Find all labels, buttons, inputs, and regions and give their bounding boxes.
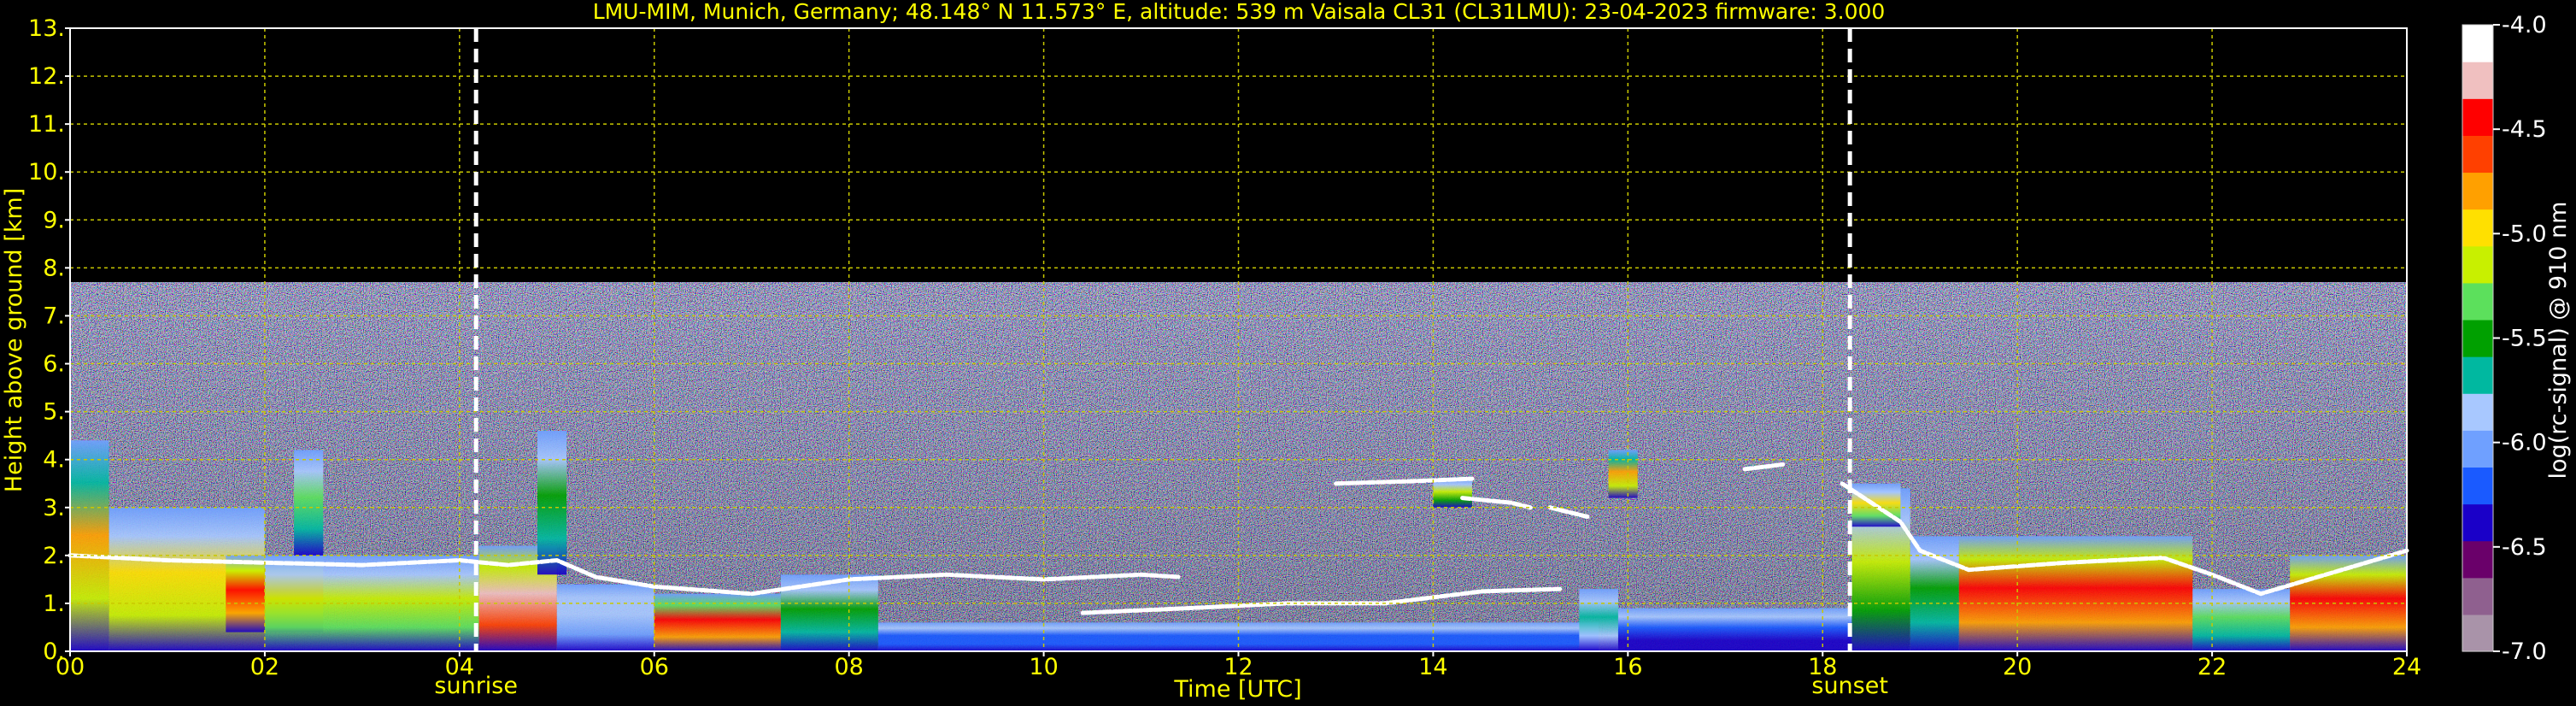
colorbar-tick-label: -7.0	[2502, 638, 2547, 665]
y-tick-label: 11.	[28, 111, 65, 138]
chart-title: LMU-MIM, Munich, Germany; 48.148° N 11.5…	[593, 0, 1886, 24]
backscatter-layer	[654, 593, 781, 651]
y-tick-label: 0.	[43, 638, 65, 665]
colorbar-swatch	[2462, 172, 2493, 210]
backscatter-layer	[1910, 536, 1959, 651]
y-tick-label: 4.	[43, 447, 65, 474]
ceilometer-chart: LMU-MIM, Munich, Germany; 48.148° N 11.5…	[0, 0, 2576, 706]
colorbar-tick-label: -5.5	[2502, 326, 2547, 352]
colorbar-swatch	[2462, 467, 2493, 505]
backscatter-layer	[1617, 608, 1852, 651]
colorbar-swatch	[2462, 540, 2493, 579]
y-tick-label: 1.	[43, 591, 65, 617]
sunset-label: sunset	[1811, 673, 1888, 699]
x-axis-label: Time [UTC]	[1173, 676, 1301, 703]
backscatter-layer	[294, 450, 324, 556]
y-tick-label: 13.	[28, 15, 65, 42]
backscatter-layer	[2192, 589, 2291, 651]
backscatter-layer	[1579, 589, 1618, 651]
colorbar-swatch	[2462, 245, 2493, 284]
colorbar-swatch	[2462, 503, 2493, 542]
x-tick-label: 08	[834, 654, 863, 680]
x-tick-label: 22	[2198, 654, 2227, 680]
y-tick-label: 2.	[43, 543, 65, 569]
colorbar-tick-label: -4.5	[2502, 116, 2547, 143]
colorbar-swatch	[2462, 135, 2493, 174]
y-tick-label: 6.	[43, 351, 65, 378]
x-tick-label: 02	[250, 654, 279, 680]
colorbar-label: log(rc-signal) @ 910 nm	[2545, 202, 2572, 479]
colorbar-swatch	[2462, 62, 2493, 99]
y-tick-label: 7.	[43, 303, 65, 329]
colorbar-swatch	[2462, 614, 2493, 652]
plot-area	[67, 27, 2409, 652]
colorbar-swatch	[2462, 282, 2493, 321]
colorbar-tick-label: -6.5	[2502, 534, 2547, 561]
colorbar-swatch	[2462, 209, 2493, 247]
colorbar-swatch	[2462, 25, 2493, 62]
colorbar-swatch	[2462, 319, 2493, 357]
y-tick-label: 9.	[43, 207, 65, 233]
y-tick-label: 12.	[28, 63, 65, 90]
colorbar-tick-label: -6.0	[2502, 430, 2547, 456]
x-tick-label: 16	[1613, 654, 1642, 680]
backscatter-layer	[70, 440, 109, 651]
backscatter-layer	[1958, 536, 2193, 651]
y-tick-label: 10.	[28, 159, 65, 185]
colorbar-tick-label: -5.0	[2502, 221, 2547, 247]
x-tick-label: 06	[640, 654, 669, 680]
y-tick-label: 5.	[43, 399, 65, 426]
y-axis-label: Height above ground [km]	[1, 188, 27, 492]
x-tick-label: 24	[2392, 654, 2421, 680]
colorbar-swatch	[2462, 356, 2493, 394]
backscatter-layer	[1608, 450, 1638, 498]
colorbar-swatch	[2462, 393, 2493, 431]
y-tick-label: 3.	[43, 495, 65, 521]
x-tick-label: 14	[1418, 654, 1447, 680]
colorbar-swatch	[2462, 577, 2493, 615]
y-tick-label: 8.	[43, 255, 65, 281]
backscatter-layer	[556, 584, 654, 651]
x-tick-label: 10	[1029, 654, 1058, 680]
x-tick-label: 20	[2003, 654, 2032, 680]
colorbar-tick-label: -4.0	[2502, 12, 2547, 38]
backscatter-layer	[537, 431, 567, 575]
colorbar-swatch	[2462, 430, 2493, 468]
backscatter-layer	[1433, 479, 1472, 508]
colorbar-swatch	[2462, 98, 2493, 136]
sunrise-label: sunrise	[434, 673, 518, 699]
